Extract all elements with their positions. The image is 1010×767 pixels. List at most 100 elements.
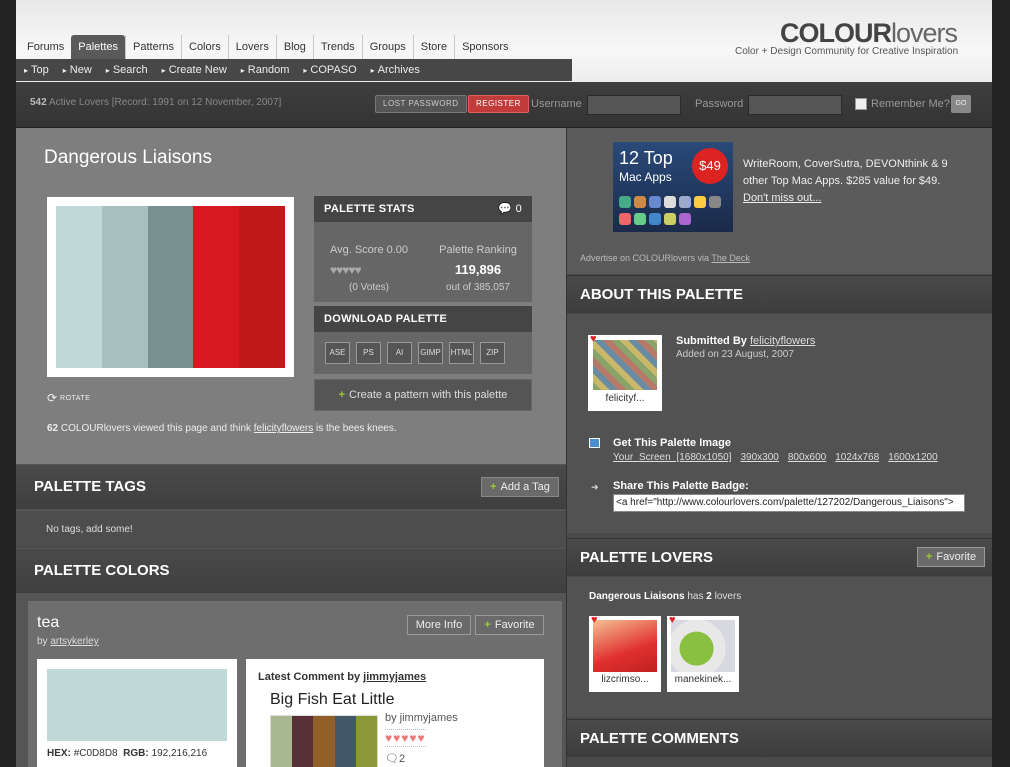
lost-password-button[interactable]: LOST PASSWORD bbox=[375, 95, 467, 113]
nav-lovers[interactable]: Lovers bbox=[227, 35, 276, 59]
comment-user-link[interactable]: jimmyjames bbox=[363, 671, 426, 683]
nav-forums[interactable]: Forums bbox=[20, 35, 71, 59]
submitter-avatar[interactable]: felicityf... ♥ bbox=[588, 333, 662, 411]
app-icon bbox=[679, 212, 691, 225]
lovers-count: 2 bbox=[706, 591, 712, 602]
nav-trends[interactable]: Trends bbox=[312, 35, 362, 59]
plus-icon: + bbox=[925, 551, 933, 563]
color-favorite-label: Favorite bbox=[494, 619, 535, 631]
subnav-new[interactable]: New bbox=[63, 64, 92, 76]
comment-palette-preview[interactable] bbox=[270, 715, 378, 767]
nav-blog[interactable]: Blog bbox=[275, 35, 313, 59]
rating-hearts[interactable]: ♥♥♥♥♥ bbox=[330, 263, 410, 277]
latest-comment: Latest Comment by jimmyjames Big Fish Ea… bbox=[246, 659, 544, 767]
left-column: Dangerous Liaisons ⟳ ROTATE 62 COLOURlov… bbox=[16, 128, 566, 767]
comment-palette-title[interactable]: Big Fish Eat Little bbox=[270, 691, 395, 709]
ad-link[interactable]: Don't miss out... bbox=[743, 192, 822, 204]
color-favorite-button[interactable]: + Favorite bbox=[475, 615, 544, 635]
app-icon bbox=[679, 196, 691, 208]
color-swatch[interactable] bbox=[47, 669, 227, 741]
nav-palettes[interactable]: Palettes bbox=[71, 35, 126, 59]
size-1024-link[interactable]: 1024x768 bbox=[835, 452, 879, 463]
download-zip-button[interactable]: ZIP bbox=[480, 342, 505, 364]
size-800-link[interactable]: 800x600 bbox=[788, 452, 826, 463]
plus-icon: + bbox=[338, 389, 346, 401]
download-ps-button[interactable]: PS bbox=[356, 342, 381, 364]
lover-avatar[interactable]: manekinek... ♥ bbox=[667, 614, 739, 692]
comment-bubble-icon: 🗨 bbox=[385, 753, 399, 765]
lover-name: lizcrimso... bbox=[601, 674, 649, 685]
create-pattern-button[interactable]: + Create a pattern with this palette bbox=[314, 379, 532, 411]
nav-groups[interactable]: Groups bbox=[361, 35, 413, 59]
heart-icon: ♥ bbox=[669, 614, 676, 626]
download-ase-button[interactable]: ASE bbox=[325, 342, 350, 364]
nav-patterns[interactable]: Patterns bbox=[125, 35, 181, 59]
submitter-link[interactable]: felicityflowers bbox=[750, 335, 815, 347]
nav-colors[interactable]: Colors bbox=[181, 35, 228, 59]
header: Forums Palettes Patterns Colors Lovers B… bbox=[0, 0, 1010, 82]
rgb-value: 192,216,216 bbox=[151, 748, 208, 759]
viewed-user-link[interactable]: felicityflowers bbox=[254, 423, 313, 434]
more-info-button[interactable]: More Info bbox=[407, 615, 471, 635]
heart-icon: ♥ bbox=[591, 614, 598, 626]
subnav-copaso[interactable]: COPASO bbox=[303, 64, 356, 76]
username-input[interactable] bbox=[587, 95, 681, 115]
comment-palette-author: by jimmyjames bbox=[385, 712, 458, 724]
subnav-top[interactable]: Top bbox=[24, 64, 49, 76]
lovers-summary: Dangerous Liaisons has 2 lovers bbox=[589, 591, 741, 602]
logo-bold: COLOUR bbox=[780, 18, 892, 48]
size-your-screen-link[interactable]: Your Screen [1680x1050] bbox=[613, 452, 732, 463]
nav-store[interactable]: Store bbox=[412, 35, 454, 59]
remember-label: Remember Me? bbox=[871, 98, 950, 110]
app-icon bbox=[709, 196, 721, 208]
the-deck-link[interactable]: The Deck bbox=[711, 253, 750, 263]
palette-swatch bbox=[193, 206, 240, 368]
go-button[interactable]: GO bbox=[951, 95, 971, 113]
about-palette: felicityf... ♥ Submitted By felicityflow… bbox=[567, 314, 993, 533]
nav-sponsors[interactable]: Sponsors bbox=[454, 35, 515, 59]
subnav-search[interactable]: Search bbox=[106, 64, 148, 76]
palette-swatch bbox=[147, 206, 194, 368]
active-text: Active Lovers [Record: 1991 on 12 Novemb… bbox=[48, 97, 282, 108]
get-image-heading: Get This Palette Image bbox=[613, 437, 731, 449]
register-button[interactable]: REGISTER bbox=[468, 95, 529, 113]
comment-count[interactable]: 💬 0 bbox=[498, 196, 522, 222]
color-values: HEX: #C0D8D8 RGB: 192,216,216 bbox=[47, 748, 207, 759]
size-1600-link[interactable]: 1600x1200 bbox=[888, 452, 938, 463]
logo[interactable]: COLOURlovers bbox=[780, 18, 958, 49]
sub-nav: Top New Search Create New Random COPASO … bbox=[16, 59, 572, 81]
download-html-button[interactable]: HTML bbox=[449, 342, 474, 364]
viewed-count: 62 bbox=[47, 423, 59, 434]
download-gimp-button[interactable]: GIMP bbox=[418, 342, 443, 364]
subnav-archives[interactable]: Archives bbox=[371, 64, 420, 76]
color-author-link[interactable]: artsykerley bbox=[50, 636, 98, 647]
palette-colors-heading: PALETTE COLORS bbox=[16, 549, 566, 593]
size-390-link[interactable]: 390x300 bbox=[741, 452, 779, 463]
palette-swatch bbox=[101, 206, 148, 368]
latest-comment-label: Latest Comment by bbox=[258, 671, 361, 683]
ranking-label: Palette Ranking bbox=[439, 244, 517, 256]
ad-image[interactable]: 12 Top Mac Apps $49 bbox=[613, 142, 733, 232]
lover-image bbox=[671, 620, 735, 672]
palette-hero: Dangerous Liaisons ⟳ ROTATE 62 COLOURlov… bbox=[16, 128, 566, 464]
download-ai-button[interactable]: AI bbox=[387, 342, 412, 364]
lover-avatar[interactable]: lizcrimso... ♥ bbox=[589, 614, 661, 692]
rotate-label: ROTATE bbox=[60, 394, 91, 402]
create-pattern-label: Create a pattern with this palette bbox=[349, 389, 508, 401]
password-label: Password bbox=[695, 98, 744, 110]
active-lovers: 542 Active Lovers [Record: 1991 on 12 No… bbox=[30, 97, 281, 108]
add-tag-button[interactable]: + Add a Tag bbox=[481, 477, 559, 497]
stats-heading: PALETTE STATS 💬 0 bbox=[314, 196, 532, 222]
download-palette: DOWNLOAD PALETTE ASE PS AI GIMP HTML ZIP bbox=[314, 306, 532, 374]
palette-preview[interactable] bbox=[47, 197, 294, 377]
rotate-button[interactable]: ⟳ ROTATE bbox=[47, 391, 90, 405]
password-input[interactable] bbox=[748, 95, 842, 115]
lovers-has: has bbox=[687, 591, 704, 602]
remember-checkbox[interactable] bbox=[855, 98, 867, 110]
color-name[interactable]: tea bbox=[37, 614, 59, 632]
palette-favorite-button[interactable]: + Favorite bbox=[917, 547, 985, 567]
subnav-random[interactable]: Random bbox=[241, 64, 290, 76]
subnav-create-new[interactable]: Create New bbox=[162, 64, 227, 76]
ad-line-2: Mac Apps bbox=[619, 170, 672, 184]
badge-code-input[interactable]: <a href="http://www.colourlovers.com/pal… bbox=[613, 494, 965, 512]
